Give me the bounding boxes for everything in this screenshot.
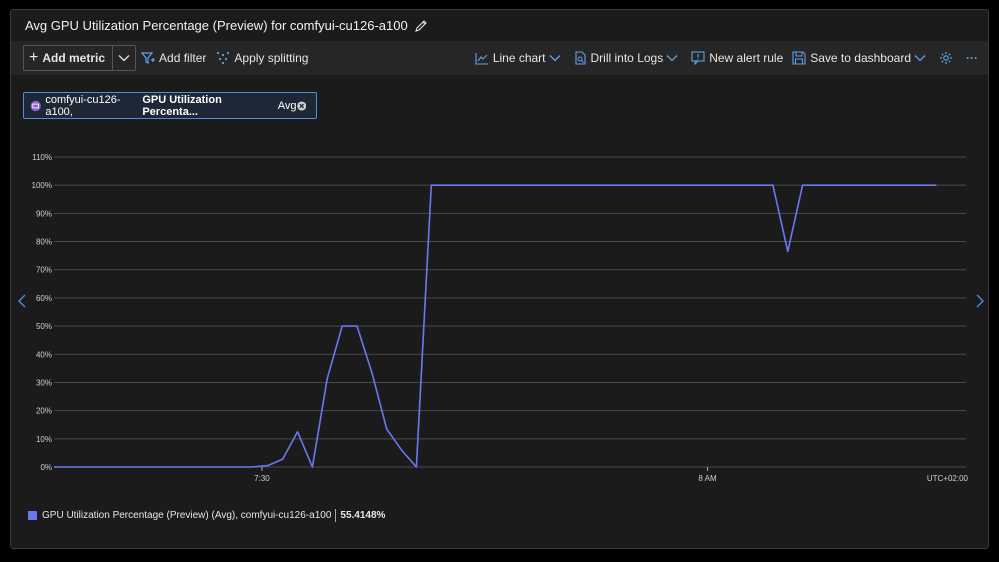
metric-pill-metric: GPU Utilization Percenta...	[142, 93, 222, 118]
plus-icon: +	[29, 49, 39, 66]
metric-chart-panel: Avg GPU Utilization Percentage (Preview)…	[10, 9, 989, 549]
filter-icon	[141, 52, 156, 64]
chevron-down-icon	[549, 55, 560, 62]
resource-icon	[30, 100, 41, 111]
metric-pill-aggregation: Avg	[277, 99, 297, 112]
settings-button[interactable]	[939, 51, 957, 65]
more-options-button[interactable]: ···	[966, 51, 978, 65]
pencil-icon[interactable]	[414, 19, 428, 33]
apply-splitting-label: Apply splitting	[234, 51, 309, 65]
add-filter-label: Add filter	[159, 51, 207, 65]
y-tick-label: 50%	[36, 322, 52, 331]
y-tick-label: 0%	[40, 463, 52, 472]
legend-value: 55.4148%	[340, 509, 386, 521]
logs-icon	[574, 51, 586, 65]
chevron-down-icon	[118, 55, 130, 62]
legend-label: GPU Utilization Percentage (Preview) (Av…	[42, 509, 332, 521]
save-icon	[792, 51, 806, 65]
timezone-label: UTC+02:00	[927, 474, 969, 483]
chevron-down-icon	[666, 55, 678, 62]
drill-into-logs-label: Drill into Logs	[590, 51, 664, 65]
y-tick-label: 70%	[36, 266, 52, 275]
y-tick-label: 20%	[36, 407, 52, 416]
chart-title-bar: Avg GPU Utilization Percentage (Preview)…	[11, 10, 988, 41]
close-icon[interactable]	[296, 100, 306, 111]
gear-icon	[940, 52, 952, 64]
metric-pill-resource: comfyui-cu126-a100,	[45, 93, 121, 118]
line-chart-button[interactable]: Line chart	[475, 51, 565, 65]
add-metric-button[interactable]: + Add metric	[24, 46, 114, 70]
y-tick-label: 40%	[36, 350, 52, 359]
x-tick-label: 8 AM	[698, 474, 717, 483]
add-filter-button[interactable]: Add filter	[141, 51, 206, 65]
add-metric-dropdown-button[interactable]	[113, 46, 135, 70]
save-to-dashboard-button[interactable]: Save to dashboard	[792, 51, 930, 65]
y-tick-label: 80%	[36, 238, 52, 247]
line-chart-label: Line chart	[492, 51, 546, 65]
y-tick-label: 30%	[36, 378, 52, 387]
apply-splitting-button[interactable]: Apply splitting	[216, 51, 308, 65]
save-to-dashboard-label: Save to dashboard	[810, 51, 911, 65]
more-options-label: ···	[966, 51, 978, 65]
line-chart: 0% 10% 20% 30% 40% 50% 60% 70% 80% 90% 100% 110% 7:3…	[11, 140, 988, 500]
add-metric-label: Add metric	[42, 51, 106, 65]
add-metric-group: + Add metric	[23, 45, 137, 71]
drill-into-logs-button[interactable]: Drill into Logs	[574, 51, 683, 65]
legend-swatch	[28, 510, 37, 520]
alert-icon	[691, 51, 705, 65]
x-tick-label: 7:30	[254, 474, 270, 483]
new-alert-rule-button[interactable]: New alert rule	[691, 51, 783, 65]
y-tick-label: 100%	[32, 181, 52, 190]
chart-svg: 0% 10% 20% 30% 40% 50% 60% 70% 80% 90% 100% 110% 7:3…	[32, 153, 969, 483]
y-tick-label: 110%	[32, 153, 52, 162]
next-arrow-icon[interactable]	[974, 294, 986, 308]
chart-title[interactable]: Avg GPU Utilization Percentage (Preview)…	[25, 18, 408, 33]
y-tick-label: 60%	[36, 294, 52, 303]
y-tick-label: 10%	[36, 435, 52, 444]
legend-separator	[335, 508, 337, 522]
y-tick-label: 90%	[36, 209, 52, 218]
chevron-down-icon	[914, 55, 926, 62]
line-chart-icon	[475, 52, 488, 65]
previous-arrow-icon[interactable]	[16, 294, 28, 308]
toolbar: + Add metric Add filter Apply splitting …	[11, 41, 988, 75]
chart-legend[interactable]: GPU Utilization Percentage (Preview) (Av…	[28, 507, 385, 523]
new-alert-rule-label: New alert rule	[709, 51, 784, 65]
metric-pill[interactable]: comfyui-cu126-a100, GPU Utilization Perc…	[23, 92, 317, 119]
splitting-icon	[217, 51, 230, 65]
